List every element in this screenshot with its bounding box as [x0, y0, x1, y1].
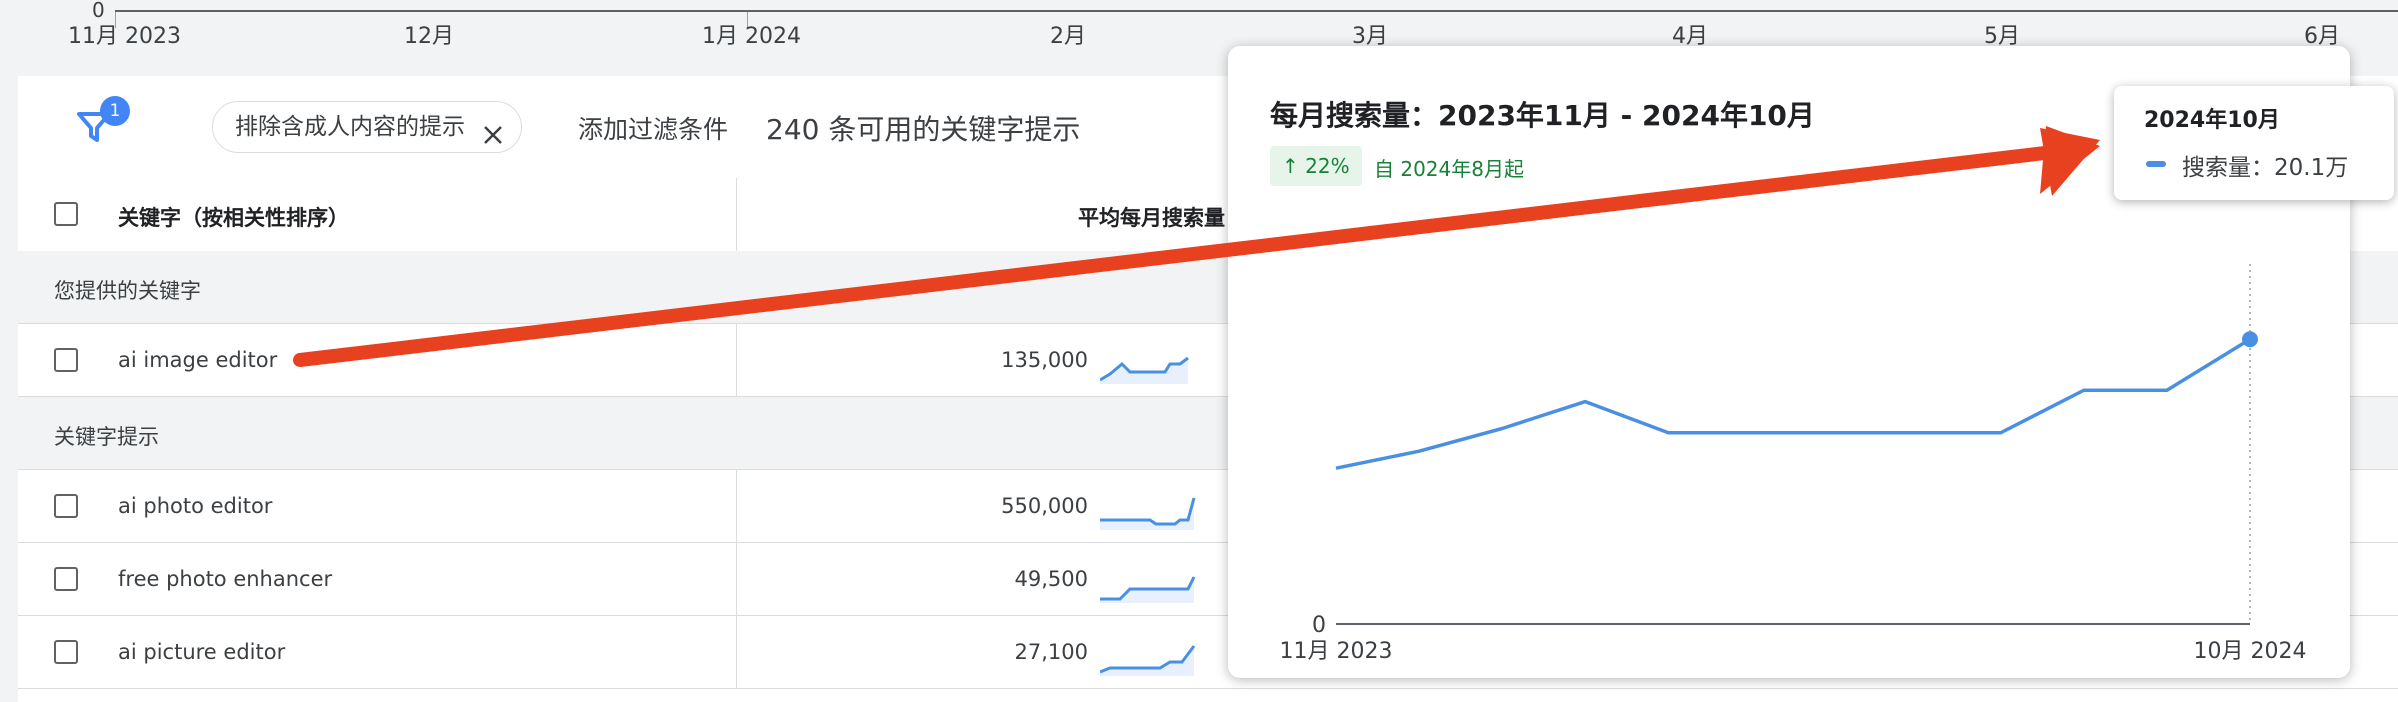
trend-badge: ↑ 22%: [1270, 146, 1362, 186]
volume-cell: 49,500: [1014, 567, 1088, 591]
tooltip-value: 搜索量：20.1万: [2182, 155, 2349, 181]
column-divider: [736, 178, 737, 251]
row-checkbox[interactable]: [54, 348, 78, 372]
top-axis-tick: 1月 2024: [702, 24, 801, 49]
y-tick-label: 0: [1312, 613, 1326, 638]
keyword-cell: ai image editor: [118, 348, 278, 372]
trend-since-label: 自 2024年8月起: [1374, 157, 1524, 181]
adult-content-filter-chip[interactable]: 排除含成人内容的提示: [212, 101, 522, 153]
volume-cell: 27,100: [1014, 640, 1088, 664]
select-all-checkbox[interactable]: [54, 202, 78, 226]
filter-count-badge: 1: [100, 96, 130, 126]
column-divider: [736, 616, 737, 688]
column-divider: [736, 543, 737, 615]
suggestion-count: 240 条可用的关键字提示: [766, 113, 1081, 146]
keyword-cell: ai photo editor: [118, 494, 273, 518]
top-axis-tick: 2月: [1050, 24, 1086, 49]
tooltip-title: 2024年10月: [2144, 108, 2280, 133]
monthly-searches-chart: 0 11月 2023 10月 2024: [1280, 264, 2307, 664]
series-legend-dash: [2146, 161, 2166, 167]
row-checkbox[interactable]: [54, 640, 78, 664]
close-icon[interactable]: [481, 115, 505, 144]
header-avg-monthly-searches[interactable]: 平均每月搜索量: [1078, 202, 1225, 232]
x-tick-label: 10月 2024: [2194, 639, 2307, 664]
top-axis-tick: 12月: [404, 24, 454, 49]
column-divider: [736, 470, 737, 542]
popup-title: 每月搜索量：2023年11月 - 2024年10月: [1270, 99, 1815, 132]
keyword-cell: ai picture editor: [118, 640, 286, 664]
chart-tooltip: 2024年10月 搜索量：20.1万: [2114, 86, 2394, 200]
header-keyword[interactable]: 关键字（按相关性排序）: [118, 202, 349, 232]
chip-label: 排除含成人内容的提示: [235, 114, 465, 140]
data-point[interactable]: [2242, 331, 2258, 348]
keyword-cell: free photo enhancer: [118, 567, 333, 591]
volume-cell: 135,000: [1001, 348, 1088, 372]
x-tick-label: 11月 2023: [1280, 639, 1393, 664]
search-volume-line: [1335, 337, 2251, 470]
top-axis-line: [115, 10, 2398, 12]
row-checkbox[interactable]: [54, 494, 78, 518]
column-divider: [736, 324, 737, 396]
add-filter-button[interactable]: 添加过滤条件: [578, 110, 728, 146]
row-checkbox[interactable]: [54, 567, 78, 591]
volume-cell: 550,000: [1001, 494, 1088, 518]
section-label: 您提供的关键字: [54, 279, 201, 303]
top-axis-tick: 11月 2023: [68, 24, 181, 49]
top-timeline-axis: 0 11月 2023 12月 1月 2024 2月 3月 4月 5月 6月: [0, 0, 2398, 50]
section-label: 关键字提示: [54, 425, 159, 449]
